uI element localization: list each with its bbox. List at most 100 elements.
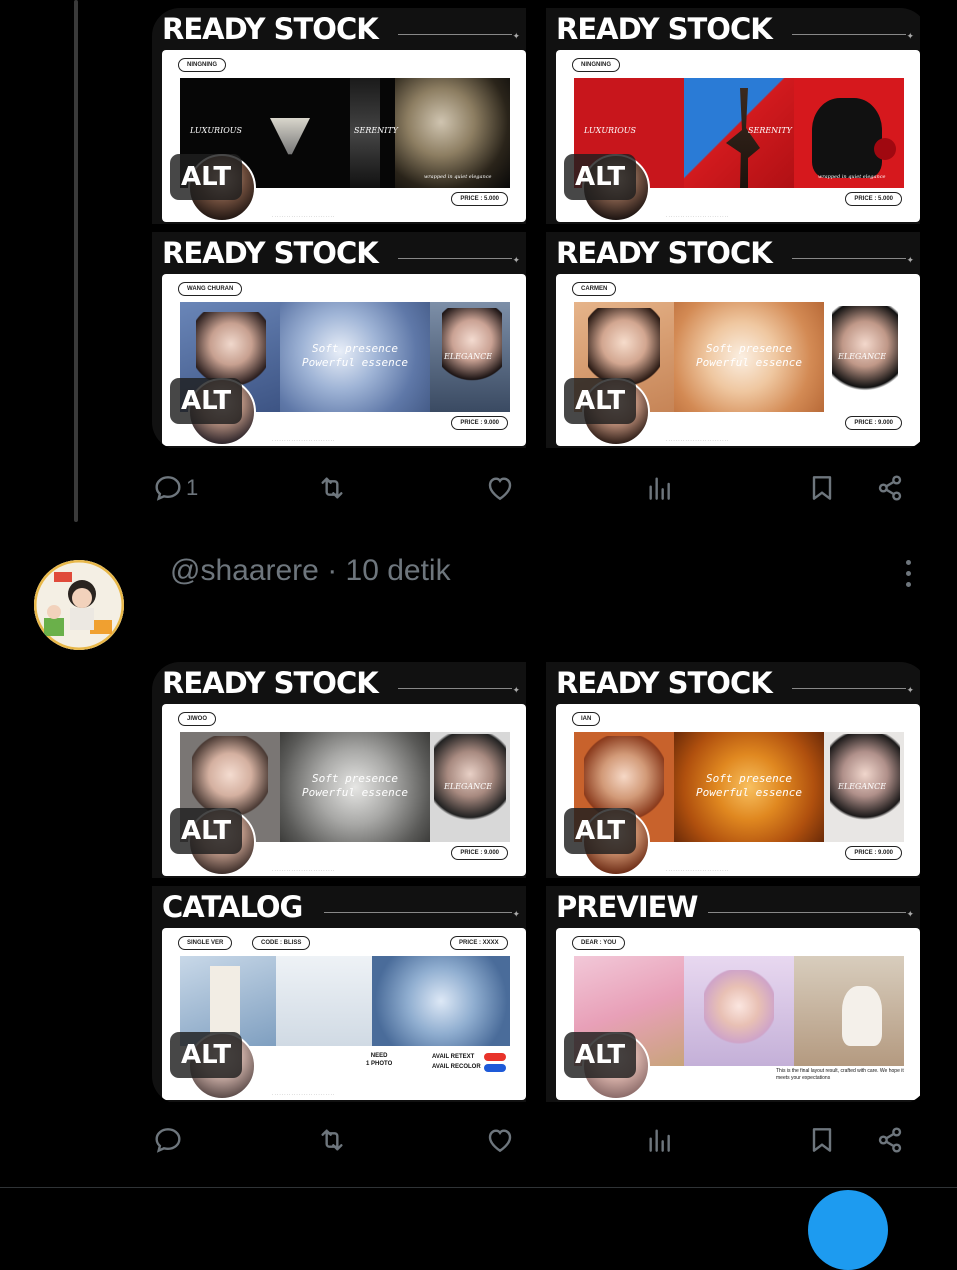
retext-toggle: [484, 1053, 506, 1061]
price-pill: PRICE : 9.000: [451, 846, 508, 860]
alt-badge[interactable]: ALT: [170, 378, 243, 424]
title-rule: [792, 34, 906, 35]
image-title: READY STOCK: [556, 666, 773, 700]
banner-caption: wrapped in quiet elegance: [818, 174, 886, 180]
like-icon: [488, 477, 512, 501]
image-title: CATALOG: [162, 890, 303, 924]
user-avatar[interactable]: [34, 560, 124, 650]
name-pill: WANG CHURAN: [178, 282, 243, 296]
reply-count: 1: [186, 475, 199, 500]
price-pill: PRICE : 5.000: [845, 192, 902, 206]
banner-right-text: ELEGANCE: [444, 352, 493, 361]
recolor-toggle: [484, 1064, 506, 1072]
need-photo-text: NEED 1 PHOTO: [366, 1053, 393, 1067]
media-image-3[interactable]: CATALOG ✦ SINGLE VER CODE : BLISS PRICE …: [152, 886, 526, 1102]
name-pill: IAN: [572, 712, 601, 726]
share-icon: [878, 475, 902, 501]
media-image-3[interactable]: READY STOCK ✦ WANG CHURAN Soft presence …: [152, 232, 526, 448]
compose-fab-button[interactable]: [808, 1190, 888, 1270]
image-title: READY STOCK: [162, 666, 379, 700]
alt-badge[interactable]: ALT: [564, 808, 637, 854]
media-image-1[interactable]: READY STOCK ✦ JIWOO Soft presence Powerf…: [152, 662, 526, 878]
reply-button[interactable]: 1: [152, 468, 198, 508]
title-rule: [792, 688, 906, 689]
preview-caption: This is the final layout result, crafted…: [776, 1068, 904, 1081]
avatar-image: [34, 560, 124, 650]
retweet-button[interactable]: [316, 1120, 348, 1160]
retweet-icon: [321, 477, 343, 499]
fine-print: · · · · · · · · · · · · · · · · · · · · …: [666, 438, 729, 443]
fine-print: · · · · · · · · · · · · · · · · · · · · …: [272, 438, 335, 443]
alt-badge[interactable]: ALT: [170, 154, 243, 200]
like-button[interactable]: [484, 468, 516, 508]
reply-icon: [155, 1128, 181, 1153]
banner-center-text: Soft presence Powerful essence: [696, 772, 802, 799]
views-button[interactable]: [644, 1120, 676, 1160]
title-rule: [792, 258, 906, 259]
bookmark-button[interactable]: [806, 468, 838, 508]
title-rule: [398, 258, 512, 259]
price-pill: PRICE : XXXX: [450, 936, 508, 950]
alt-badge[interactable]: ALT: [170, 1032, 243, 1078]
share-icon: [878, 1127, 902, 1153]
title-sparkle: ✦: [906, 255, 914, 265]
alt-badge[interactable]: ALT: [564, 378, 637, 424]
name-pill: JIWOO: [178, 712, 217, 726]
fine-print: · · · · · · · · · · · · · · · · · · · · …: [272, 868, 335, 873]
title-rule: [708, 912, 906, 913]
views-button[interactable]: [644, 468, 676, 508]
name-pill: NINGNING: [572, 58, 620, 72]
media-image-1[interactable]: READY STOCK ✦ NINGNING LUXURIOUS SERENIT…: [152, 8, 526, 224]
author-handle-and-time[interactable]: @shaarere · 10 detik: [170, 554, 451, 588]
title-sparkle: ✦: [906, 31, 914, 41]
title-sparkle: ✦: [512, 909, 520, 919]
title-rule: [324, 912, 512, 913]
name-pill: NINGNING: [178, 58, 226, 72]
retweet-button[interactable]: [316, 468, 348, 508]
fine-print: · · · · · · · · · · · · · · · · · · · · …: [666, 214, 729, 219]
reply-button[interactable]: [152, 1120, 184, 1160]
title-rule: [398, 34, 512, 35]
banner-left-text: LUXURIOUS: [190, 126, 243, 135]
code-pill: CODE : BLISS: [252, 936, 311, 950]
retweet-icon: [321, 1129, 343, 1151]
post-2-action-bar: [152, 1120, 912, 1160]
divider: [0, 1187, 957, 1188]
banner-center-text: Soft presence Powerful essence: [302, 342, 408, 369]
alt-badge[interactable]: ALT: [564, 154, 637, 200]
bookmark-button[interactable]: [806, 1120, 838, 1160]
thread-connector-line: [74, 0, 78, 522]
like-button[interactable]: [484, 1120, 516, 1160]
price-pill: PRICE : 5.000: [451, 192, 508, 206]
banner-left-text: LUXURIOUS: [584, 126, 637, 135]
like-icon: [488, 1129, 512, 1153]
banner-mid-text: SERENITY: [354, 126, 398, 135]
avail-recolor-label: AVAIL RECOLOR: [432, 1064, 481, 1070]
media-image-2[interactable]: READY STOCK ✦ IAN Soft presence Powerful…: [546, 662, 920, 878]
banner-mid-text: SERENITY: [748, 126, 792, 135]
share-button[interactable]: [874, 1120, 906, 1160]
price-pill: PRICE : 9.000: [451, 416, 508, 430]
media-grid-post-1: READY STOCK ✦ NINGNING LUXURIOUS SERENIT…: [152, 8, 928, 450]
media-image-2[interactable]: READY STOCK ✦ NINGNING LUXURIOUS SERENIT…: [546, 8, 920, 224]
image-title: READY STOCK: [162, 236, 379, 270]
alt-badge[interactable]: ALT: [564, 1032, 637, 1078]
more-icon[interactable]: [902, 560, 914, 592]
media-image-4[interactable]: READY STOCK ✦ CARMEN Soft presence Power…: [546, 232, 920, 448]
price-pill: PRICE : 9.000: [845, 846, 902, 860]
name-pill: CARMEN: [572, 282, 617, 296]
post-1-action-bar: 1: [152, 468, 912, 508]
reply-icon: [155, 476, 181, 501]
bookmark-icon: [812, 476, 832, 500]
share-button[interactable]: [874, 468, 906, 508]
banner-caption: wrapped in quiet elegance: [424, 174, 492, 180]
price-pill: PRICE : 9.000: [845, 416, 902, 430]
avail-retext-label: AVAIL RETEXT: [432, 1054, 475, 1060]
version-pill: SINGLE VER: [178, 936, 233, 950]
title-rule: [398, 688, 512, 689]
views-icon: [649, 477, 670, 500]
title-sparkle: ✦: [512, 255, 520, 265]
fine-print: · · · · · · · · · · · · · · · · · · · · …: [272, 1092, 335, 1097]
alt-badge[interactable]: ALT: [170, 808, 243, 854]
media-image-4[interactable]: PREVIEW ✦ DEAR : YOU This is the final l…: [546, 886, 920, 1102]
